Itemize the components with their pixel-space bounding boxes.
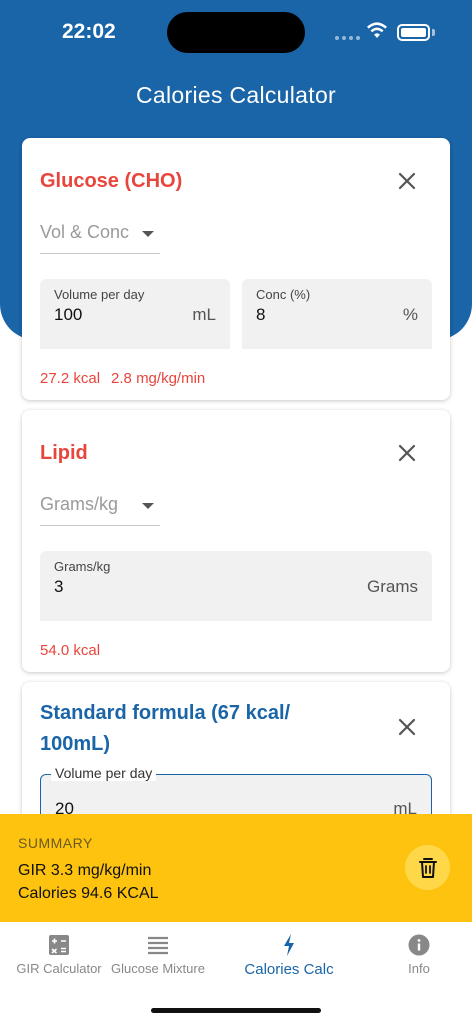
info-icon: [407, 933, 431, 957]
glucose-card: Glucose (CHO) Vol & Conc Volume per day …: [22, 138, 450, 400]
lipid-card: Lipid Grams/kg Grams/kg 3 Grams 54.0 kca…: [22, 410, 450, 672]
close-icon: [398, 444, 416, 462]
tab-glucose-mixture[interactable]: Glucose Mixture: [99, 922, 217, 992]
formula-title-line2: 100mL): [40, 733, 111, 755]
lightning-icon: [277, 933, 301, 957]
close-icon: [398, 718, 416, 736]
tab-info-label: Info: [408, 961, 430, 976]
lipid-grams-suffix: Grams: [367, 577, 418, 596]
lipid-grams-label: Grams/kg: [54, 559, 111, 574]
clear-all-button[interactable]: [405, 845, 450, 890]
lipid-close-button[interactable]: [392, 438, 422, 468]
lipid-kcal: 54.0 kcal: [40, 642, 101, 659]
glucose-conc-field[interactable]: Conc (%) 8 %: [242, 279, 432, 349]
glucose-volume-label: Volume per day: [54, 287, 145, 302]
glucose-mode-dropdown[interactable]: Vol & Conc: [40, 214, 160, 254]
tab-calories-calc[interactable]: Calories Calc: [230, 922, 348, 992]
battery-icon: [397, 24, 430, 41]
close-icon: [398, 172, 416, 190]
home-indicator: [151, 1008, 321, 1013]
summary-heading: SUMMARY: [18, 835, 93, 851]
summary-calories: Calories 94.6 KCAL: [18, 885, 159, 902]
calculator-icon: [47, 933, 71, 957]
formula-title-line1: Standard formula (67 kcal/: [40, 702, 291, 724]
status-bar: 22:02: [0, 0, 472, 64]
battery-tip: [432, 29, 435, 36]
glucose-mode-label: Vol & Conc: [40, 222, 130, 242]
glucose-close-button[interactable]: [392, 166, 422, 196]
glucose-volume-field[interactable]: Volume per day 100 mL: [40, 279, 230, 349]
glucose-results: 27.2 kcal 2.8 mg/kg/min: [40, 370, 205, 387]
status-time: 22:02: [62, 20, 116, 43]
lipid-card-title: Lipid: [40, 442, 88, 464]
glucose-volume-suffix: mL: [192, 305, 216, 324]
glucose-gir: 2.8 mg/kg/min: [111, 370, 206, 387]
glucose-card-title: Glucose (CHO): [40, 170, 183, 192]
glucose-conc-label: Conc (%): [256, 287, 311, 302]
tab-gir-calculator-label: GIR Calculator: [16, 961, 102, 976]
lipid-results: 54.0 kcal: [40, 642, 100, 659]
formula-volume-label: Volume per day: [51, 765, 157, 781]
summary-panel: SUMMARY GIR 3.3 mg/kg/min Calories 94.6 …: [0, 814, 472, 922]
trash-icon: [418, 857, 437, 878]
dynamic-island: [167, 12, 305, 53]
lipid-mode-label: Grams/kg: [40, 494, 119, 514]
glucose-conc-suffix: %: [402, 305, 418, 324]
formula-card-title: Standard formula (67 kcal/ 100mL): [40, 698, 290, 760]
lipid-grams-field[interactable]: Grams/kg 3 Grams: [40, 551, 432, 621]
lipid-mode-dropdown[interactable]: Grams/kg: [40, 486, 160, 526]
cellular-signal-icon: [335, 36, 360, 40]
glucose-volume-value: 100: [54, 305, 83, 324]
summary-gir: GIR 3.3 mg/kg/min: [18, 862, 152, 879]
glucose-conc-value: 8: [256, 305, 266, 324]
lipid-grams-value: 3: [54, 577, 64, 596]
caret-down-icon: [142, 231, 154, 237]
caret-down-icon: [142, 503, 154, 509]
tab-glucose-mixture-label: Glucose Mixture: [111, 961, 205, 976]
tab-info[interactable]: Info: [360, 922, 472, 992]
formula-close-button[interactable]: [392, 712, 422, 742]
list-icon: [146, 933, 170, 957]
glucose-kcal: 27.2 kcal: [40, 370, 101, 387]
wifi-icon: [365, 20, 389, 45]
page-title: Calories Calculator: [136, 82, 336, 108]
tab-calories-calc-label: Calories Calc: [244, 961, 334, 978]
